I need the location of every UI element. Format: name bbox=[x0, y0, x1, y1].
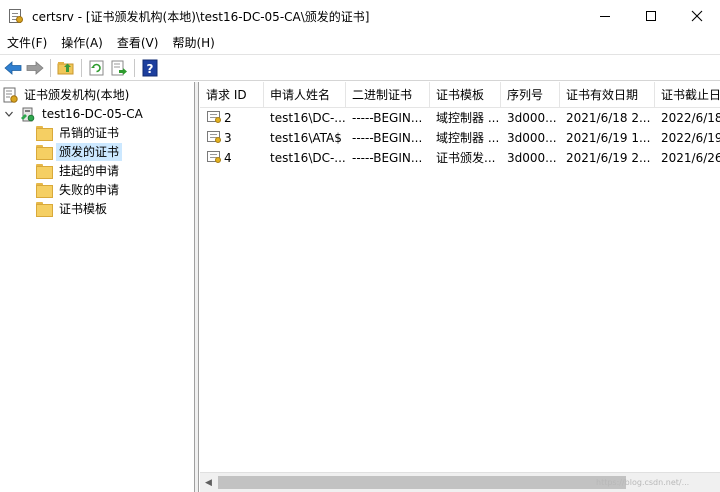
cell-effective-date: 2021/6/19 1... bbox=[566, 131, 651, 145]
tree-item-issued[interactable]: 颁发的证书 bbox=[36, 142, 123, 161]
minimize-icon bbox=[600, 16, 610, 17]
chevron-down-icon[interactable] bbox=[4, 109, 14, 119]
cell-serial: 3d000... bbox=[507, 151, 557, 165]
table-row[interactable]: 4 test16\DC-... -----BEGIN... 证书颁发... 3d… bbox=[200, 148, 720, 168]
tree-node-ca[interactable]: test16-DC-05-CA bbox=[4, 104, 146, 123]
folder-icon bbox=[36, 145, 53, 160]
cell-binary-cert: -----BEGIN... bbox=[352, 131, 423, 145]
watermark-text: https://blog.csdn.net/... bbox=[596, 478, 690, 487]
column-header-effective-date[interactable]: 证书有效日期 bbox=[560, 82, 655, 108]
column-header-expiration-date[interactable]: 证书截止日 bbox=[655, 82, 720, 108]
menu-file[interactable]: 文件(F) bbox=[0, 32, 54, 54]
cell-template: 域控制器 ... bbox=[436, 131, 500, 145]
menu-action[interactable]: 操作(A) bbox=[54, 32, 110, 54]
help-glyph: ? bbox=[147, 62, 154, 76]
cell-expiration-date: 2021/6/26 bbox=[661, 151, 720, 165]
forward-arrow-icon bbox=[26, 60, 44, 75]
tree-item-label: 吊销的证书 bbox=[59, 125, 120, 140]
up-folder-icon bbox=[57, 61, 74, 74]
table-row[interactable]: 3 test16\ATA$ -----BEGIN... 域控制器 ... 3d0… bbox=[200, 128, 720, 148]
export-list-button[interactable] bbox=[108, 57, 130, 79]
help-button[interactable]: ? bbox=[139, 57, 161, 79]
tree-item-label: 颁发的证书 bbox=[56, 142, 123, 161]
refresh-button[interactable] bbox=[86, 57, 108, 79]
export-list-icon bbox=[111, 60, 127, 75]
tree-item-failed[interactable]: 失败的申请 bbox=[36, 180, 122, 199]
ca-server-icon bbox=[21, 107, 35, 121]
up-one-level-button[interactable] bbox=[55, 57, 77, 79]
cell-serial: 3d000... bbox=[507, 111, 557, 125]
tree-item-label: 挂起的申请 bbox=[59, 163, 120, 178]
cell-serial: 3d000... bbox=[507, 131, 557, 145]
cell-template: 证书颁发... bbox=[436, 151, 496, 165]
toolbar: ? bbox=[0, 54, 720, 81]
maximize-icon bbox=[646, 11, 656, 21]
menu-help[interactable]: 帮助(H) bbox=[165, 32, 221, 54]
scroll-left-arrow-icon[interactable]: ◀ bbox=[200, 473, 217, 492]
tree-item-label: 失败的申请 bbox=[59, 182, 120, 197]
back-button[interactable] bbox=[2, 57, 24, 79]
tree-item-pending[interactable]: 挂起的申请 bbox=[36, 161, 122, 180]
column-header-binary-cert[interactable]: 二进制证书 bbox=[346, 82, 430, 108]
tree-root[interactable]: 证书颁发机构(本地) bbox=[2, 85, 132, 104]
close-button[interactable] bbox=[674, 0, 720, 32]
back-arrow-icon bbox=[4, 60, 22, 75]
cell-requester: test16\DC-... bbox=[270, 151, 346, 165]
cell-request-id: 4 bbox=[200, 148, 264, 168]
cell-binary-cert: -----BEGIN... bbox=[352, 151, 423, 165]
window-title: certsrv - [证书颁发机构(本地)\test16-DC-05-CA\颁发… bbox=[32, 9, 370, 24]
cell-template: 域控制器 ... bbox=[436, 111, 500, 125]
cell-expiration-date: 2022/6/19 bbox=[661, 131, 720, 145]
tree-item-label: 证书模板 bbox=[59, 201, 108, 216]
issued-certificate-icon bbox=[206, 130, 222, 144]
window-controls bbox=[582, 0, 720, 32]
cell-requester: test16\ATA$ bbox=[270, 131, 342, 145]
close-icon bbox=[691, 10, 703, 22]
help-icon: ? bbox=[142, 59, 158, 76]
folder-icon bbox=[36, 202, 53, 217]
issued-certificate-icon bbox=[206, 110, 222, 124]
folder-icon bbox=[36, 183, 53, 198]
request-id-text: 4 bbox=[224, 151, 232, 165]
cell-effective-date: 2021/6/18 2... bbox=[566, 111, 651, 125]
column-header-template[interactable]: 证书模板 bbox=[430, 82, 501, 108]
forward-button[interactable] bbox=[24, 57, 46, 79]
title-bar: certsrv - [证书颁发机构(本地)\test16-DC-05-CA\颁发… bbox=[0, 0, 720, 32]
tree-item-revoked[interactable]: 吊销的证书 bbox=[36, 123, 122, 142]
cell-requester: test16\DC-... bbox=[270, 111, 346, 125]
cell-request-id: 2 bbox=[200, 108, 264, 128]
cell-request-id: 3 bbox=[200, 128, 264, 148]
issued-certificate-icon bbox=[206, 150, 222, 164]
column-header-serial[interactable]: 序列号 bbox=[501, 82, 560, 108]
tree-root-label: 证书颁发机构(本地) bbox=[24, 87, 130, 102]
tree-item-templates[interactable]: 证书模板 bbox=[36, 199, 110, 218]
refresh-icon bbox=[89, 60, 104, 75]
folder-icon bbox=[36, 126, 53, 141]
maximize-button[interactable] bbox=[628, 0, 674, 32]
minimize-button[interactable] bbox=[582, 0, 628, 32]
menu-bar: 文件(F) 操作(A) 查看(V) 帮助(H) bbox=[0, 32, 720, 54]
certificate-list: 请求 ID 申请人姓名 二进制证书 证书模板 序列号 证书有效日期 证书截止日 … bbox=[200, 82, 720, 492]
cell-effective-date: 2021/6/19 2... bbox=[566, 151, 651, 165]
cell-expiration-date: 2022/6/18 bbox=[661, 111, 720, 125]
console-tree: 证书颁发机构(本地) test16-DC-05-CA 吊销的证书 颁发的证书 挂… bbox=[0, 82, 195, 492]
certsrv-app-icon bbox=[8, 8, 24, 24]
column-header-requester[interactable]: 申请人姓名 bbox=[264, 82, 346, 108]
request-id-text: 3 bbox=[224, 131, 232, 145]
table-row[interactable]: 2 test16\DC-... -----BEGIN... 域控制器 ... 3… bbox=[200, 108, 720, 128]
toolbar-separator bbox=[81, 58, 82, 77]
list-header: 请求 ID 申请人姓名 二进制证书 证书模板 序列号 证书有效日期 证书截止日 bbox=[200, 82, 720, 108]
scrollbar-thumb[interactable] bbox=[218, 476, 626, 489]
request-id-text: 2 bbox=[224, 111, 232, 125]
pane-splitter[interactable] bbox=[195, 82, 199, 492]
toolbar-separator bbox=[50, 58, 51, 77]
menu-view[interactable]: 查看(V) bbox=[110, 32, 166, 54]
tree-ca-label: test16-DC-05-CA bbox=[42, 106, 143, 121]
certificate-authority-icon bbox=[3, 87, 18, 103]
column-header-request-id[interactable]: 请求 ID bbox=[200, 82, 264, 108]
cell-binary-cert: -----BEGIN... bbox=[352, 111, 423, 125]
folder-icon bbox=[36, 164, 53, 179]
toolbar-separator bbox=[134, 58, 135, 77]
